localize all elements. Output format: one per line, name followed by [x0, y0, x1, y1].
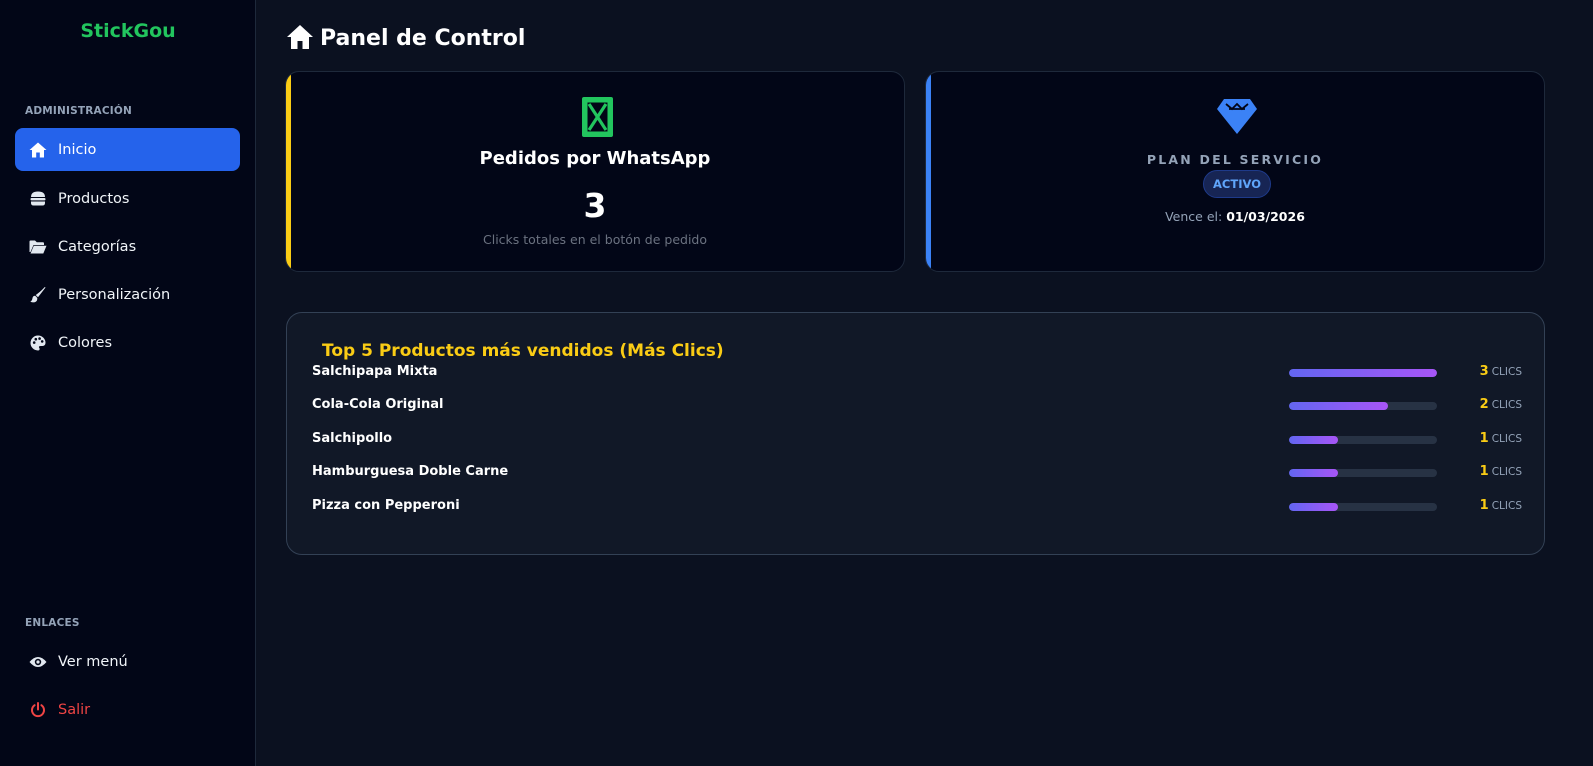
sidebar-item-colores[interactable]: Colores	[15, 321, 240, 364]
sidebar-link-ver-menu[interactable]: Ver menú	[15, 640, 240, 683]
click-unit: clics	[1491, 466, 1522, 478]
click-bar-track	[1289, 436, 1437, 444]
table-row: Salchipollo 1 clics	[312, 429, 1522, 451]
click-bar-track	[1289, 469, 1437, 477]
home-icon	[286, 24, 314, 52]
click-bar-fill	[1289, 369, 1437, 377]
admin-section-label: ADMINISTRACIÓN	[25, 105, 132, 117]
sidebar-item-personalizacion[interactable]: Personalización	[15, 273, 240, 316]
click-bar-track	[1289, 369, 1437, 377]
sidebar-item-label: Colores	[58, 334, 113, 351]
click-bar-fill	[1289, 402, 1388, 410]
table-row: Salchipapa Mixta 3 clics	[312, 362, 1522, 384]
sidebar-item-label: Categorías	[58, 238, 137, 255]
power-icon	[29, 701, 47, 719]
click-count: 1	[1479, 498, 1489, 513]
links-section-label: ENLACES	[25, 617, 80, 629]
click-bar-fill	[1289, 469, 1339, 477]
brush-icon	[29, 286, 47, 304]
gem-icon	[1216, 96, 1258, 136]
service-plan-card: PLAN DEL SERVICIO ACTIVO Vence el: 01/03…	[925, 71, 1545, 272]
product-clicks: 1 clics	[1480, 464, 1522, 479]
plan-expiration: Vence el: 01/03/2026	[926, 209, 1544, 224]
table-row: Pizza con Pepperoni 1 clics	[312, 496, 1522, 518]
plan-expiration-date: 01/03/2026	[1226, 209, 1305, 224]
product-clicks: 3 clics	[1480, 364, 1522, 379]
sidebar-link-salir[interactable]: Salir	[15, 688, 240, 731]
click-bar-track	[1289, 503, 1437, 511]
palette-icon	[29, 334, 47, 352]
click-count: 3	[1479, 364, 1489, 379]
sidebar-item-label: Inicio	[58, 141, 97, 158]
eye-icon	[29, 653, 47, 671]
top-products-title: Top 5 Productos más vendidos (Más Clics)	[322, 341, 724, 361]
sidebar: StickGou ADMINISTRACIÓN Inicio Productos…	[0, 0, 256, 766]
click-unit: clics	[1491, 366, 1522, 378]
top-products-card: Top 5 Productos más vendidos (Más Clics)…	[286, 312, 1545, 555]
product-name: Salchipollo	[312, 431, 393, 446]
sidebar-item-label: Personalización	[58, 286, 171, 303]
sidebar-item-label: Salir	[58, 701, 91, 718]
product-name: Cola-Cola Original	[312, 397, 444, 412]
product-name: Pizza con Pepperoni	[312, 498, 460, 513]
product-clicks: 1 clics	[1480, 431, 1522, 446]
plan-expiration-label: Vence el:	[1165, 209, 1223, 224]
whatsapp-card-title: Pedidos por WhatsApp	[479, 148, 711, 169]
page-title: Panel de Control	[286, 22, 525, 54]
click-unit: clics	[1491, 399, 1522, 411]
page-title-text: Panel de Control	[320, 25, 526, 51]
sidebar-item-label: Productos	[58, 190, 130, 207]
plan-card-title: PLAN DEL SERVICIO	[1146, 152, 1324, 167]
card-accent-bar	[926, 72, 931, 271]
click-bar-fill	[1289, 503, 1339, 511]
click-bar-track	[1289, 402, 1437, 410]
sidebar-item-inicio[interactable]: Inicio	[15, 128, 240, 171]
click-count: 1	[1479, 431, 1489, 446]
whatsapp-click-count: 3	[583, 186, 607, 225]
table-row: Cola-Cola Original 2 clics	[312, 395, 1522, 417]
plan-status-badge: ACTIVO	[1203, 170, 1271, 198]
sidebar-item-label: Ver menú	[58, 653, 128, 670]
folder-icon	[29, 238, 47, 256]
click-unit: clics	[1491, 433, 1522, 445]
click-count: 2	[1479, 397, 1489, 412]
whatsapp-orders-card: Pedidos por WhatsApp 3 Clicks totales en…	[285, 71, 905, 272]
click-count: 1	[1479, 464, 1489, 479]
product-clicks: 2 clics	[1480, 397, 1522, 412]
brand-logo[interactable]: StickGou	[0, 20, 256, 42]
sidebar-item-productos[interactable]: Productos	[15, 177, 240, 220]
whatsapp-card-subtitle: Clicks totales en el botón de pedido	[483, 232, 707, 247]
click-unit: clics	[1491, 500, 1522, 512]
burger-icon	[29, 190, 47, 208]
product-name: Salchipapa Mixta	[312, 364, 438, 379]
table-row: Hamburguesa Doble Carne 1 clics	[312, 462, 1522, 484]
home-icon	[29, 141, 47, 159]
product-clicks: 1 clics	[1480, 498, 1522, 513]
click-bar-fill	[1289, 436, 1339, 444]
product-name: Hamburguesa Doble Carne	[312, 464, 509, 479]
sidebar-item-categorias[interactable]: Categorías	[15, 225, 240, 268]
whatsapp-icon	[582, 97, 613, 137]
